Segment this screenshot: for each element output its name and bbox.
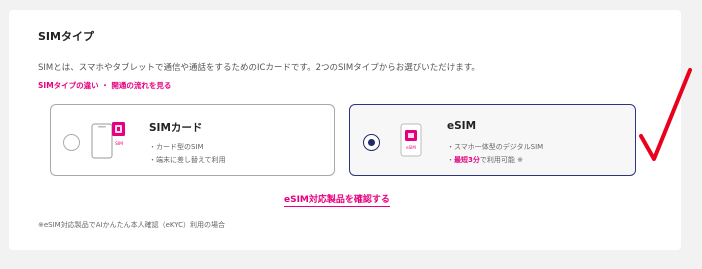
esim-bullet-2-emphasis: 最短3分 <box>454 156 480 164</box>
sim-type-guide-link[interactable]: SIMタイプの違い ・ 開通の流れを見る <box>38 80 171 91</box>
esim-icon-text: eSIM <box>406 145 416 150</box>
section-title: SIMタイプ <box>38 30 94 43</box>
sim-card-bullet-2: ・端末に差し替えて利用 <box>149 156 226 164</box>
sim-card-radio[interactable] <box>63 134 80 151</box>
footnote: ※eSIM対応製品でAIかんたん本人確認（eKYC）利用の場合 <box>38 221 225 229</box>
section-description: SIMとは、スマホやタブレットで通信や通話をするためのICカードです。2つのSI… <box>38 63 480 73</box>
sim-card-icon: SIM <box>91 122 125 159</box>
sim-card-bullet-1: ・カード型のSIM <box>149 143 204 151</box>
esim-label: eSIM <box>447 120 477 132</box>
esim-compatible-devices-link[interactable]: eSIM対応製品を確認する <box>284 192 390 207</box>
sim-card-icon-text: SIM <box>115 141 123 147</box>
esim-bullet-1: ・スマホ一体型のデジタルSIM <box>447 143 544 151</box>
sim-card-label: SIMカード <box>149 122 203 134</box>
esim-radio[interactable] <box>363 134 380 151</box>
esim-bullet-2: ・最短3分で利用可能 ※ <box>447 156 523 164</box>
esim-option[interactable]: eSIM eSIM ・スマホ一体型のデジタルSIM ・最短3分で利用可能 ※ <box>349 104 636 176</box>
esim-chip-icon: eSIM <box>400 123 422 157</box>
sim-card-option[interactable]: SIM SIMカード ・カード型のSIM ・端末に差し替えて利用 <box>50 104 335 176</box>
checkmark-annotation-icon <box>639 68 692 161</box>
